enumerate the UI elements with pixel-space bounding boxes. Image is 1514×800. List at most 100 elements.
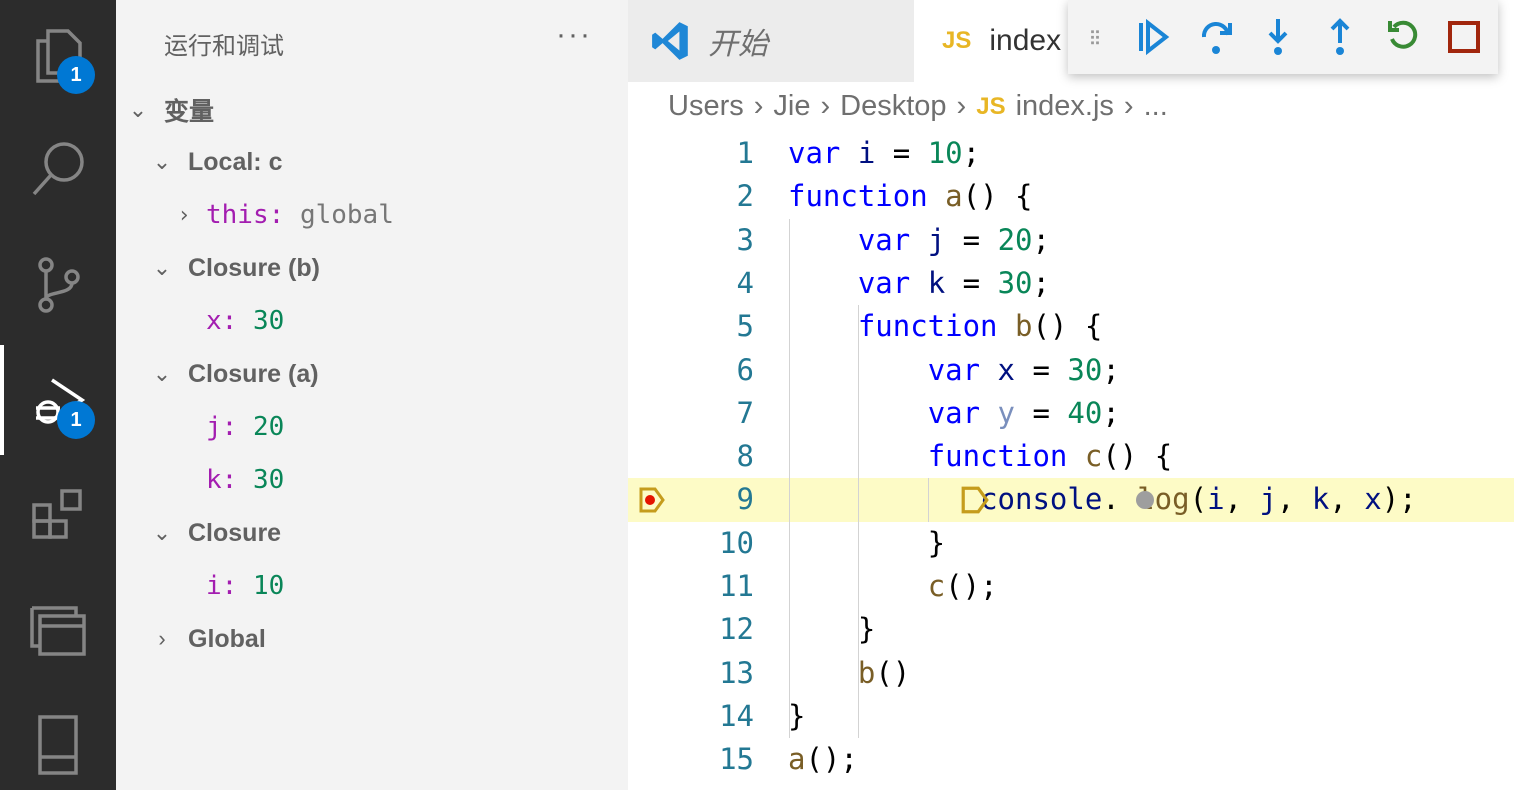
chevron-right-icon: › <box>177 202 191 228</box>
scope-1[interactable]: ⌄ Closure (b) <box>150 242 320 294</box>
drag-handle-icon[interactable] <box>1090 17 1110 57</box>
code-token: console <box>980 482 1103 517</box>
line-number: 1 <box>736 136 754 170</box>
remote-explorer-icon[interactable] <box>0 575 116 685</box>
scope-2[interactable]: ⌄ Closure (a) <box>150 348 319 400</box>
code-token: ; <box>962 136 981 170</box>
code-token: var <box>857 222 911 257</box>
code-token: i <box>857 136 876 170</box>
tab-welcome[interactable]: 开始 <box>628 0 914 82</box>
chevron-down-icon: ⌄ <box>152 520 172 545</box>
restart-icon[interactable] <box>1384 17 1420 57</box>
code-token: } <box>788 525 946 560</box>
continue-icon[interactable] <box>1136 17 1172 57</box>
code-line: 4 var k = 30; <box>628 262 1514 305</box>
line-number: 4 <box>736 265 754 300</box>
code-token: 20 <box>997 222 1033 257</box>
variable-item[interactable]: › this: global <box>172 189 393 241</box>
stop-icon[interactable] <box>1446 17 1482 57</box>
variable-item[interactable]: i: 10 <box>206 560 284 612</box>
chevron-right-icon: › <box>956 90 967 122</box>
line-number: 11 <box>719 569 754 603</box>
panel-icon[interactable] <box>0 690 116 800</box>
code-token: 30 <box>997 265 1033 300</box>
line-number: 2 <box>736 179 754 214</box>
sidebar: 运行和调试 ··· ⌄ 变量 ⌄ Local: c › this: global ⌄ Clo… <box>116 0 628 790</box>
code-token: k <box>927 265 946 300</box>
breadcrumb-desktop[interactable]: Desktop <box>840 90 946 123</box>
line-number: 15 <box>719 742 754 777</box>
breadcrumb-file[interactable]: index.js <box>1016 90 1114 123</box>
code-token: a <box>788 742 806 777</box>
run-debug-icon[interactable] <box>0 345 116 455</box>
code-token: c <box>1084 439 1103 474</box>
step-over-icon[interactable] <box>1198 17 1234 57</box>
line-number: 12 <box>719 612 754 647</box>
code-token: j <box>1259 482 1277 517</box>
code-token: var <box>927 395 981 430</box>
chevron-right-icon: › <box>820 90 831 122</box>
code-token: function <box>927 439 1068 474</box>
variable-item[interactable]: k: 30 <box>206 454 284 506</box>
breakpoint-stopped-icon[interactable] <box>638 486 666 514</box>
line-number: 5 <box>736 309 754 344</box>
step-out-icon[interactable] <box>1322 17 1358 57</box>
code-token: x <box>997 352 1016 387</box>
step-into-icon[interactable] <box>1260 17 1296 57</box>
code-token: } <box>788 698 806 733</box>
search-icon[interactable] <box>0 115 116 225</box>
code-line: 13 b() <box>628 652 1514 695</box>
code-token: () { <box>962 179 1033 214</box>
scope-4[interactable]: › Global <box>150 613 265 665</box>
code-token: b <box>1015 309 1033 344</box>
more-actions-button[interactable]: ··· <box>556 18 592 52</box>
code-token: = <box>1015 352 1068 387</box>
code-token: var <box>927 352 981 387</box>
code-token: ( <box>1189 482 1208 517</box>
code-token: , <box>1276 482 1312 517</box>
extensions-icon[interactable] <box>0 460 116 570</box>
js-file-icon: JS <box>942 27 972 54</box>
chevron-down-icon: ⌄ <box>128 97 148 122</box>
code-token: () <box>875 655 911 690</box>
line-number: 9 <box>736 482 754 517</box>
code-token: = <box>945 222 998 257</box>
line-number: 3 <box>736 222 754 257</box>
chevron-right-icon: › <box>158 626 166 651</box>
scope-0[interactable]: ⌄ Local: c <box>150 136 283 188</box>
chevron-down-icon: ⌄ <box>152 149 172 174</box>
variable-item[interactable]: x: 30 <box>206 295 284 347</box>
source-control-icon[interactable] <box>0 230 116 340</box>
variable-item[interactable]: j: 20 <box>206 401 284 453</box>
code-line: 7 var y = 40; <box>628 392 1514 435</box>
code-line: 10 } <box>628 522 1514 565</box>
breadcrumb-users[interactable]: Users <box>668 90 744 123</box>
variables-section-header[interactable]: ⌄ 变量 <box>126 84 214 136</box>
scope-3[interactable]: ⌄ Closure <box>150 507 281 559</box>
breadcrumb-jie[interactable]: Jie <box>773 90 810 123</box>
indent-guide <box>928 478 929 522</box>
code-line: 8 function c() { <box>628 435 1514 478</box>
code-line: 12 } <box>628 608 1514 651</box>
explorer-icon[interactable] <box>0 0 116 110</box>
code-line: 9 console. log(i, j, k, x); <box>628 478 1514 522</box>
current-statement-icon <box>961 486 989 514</box>
code-token: c <box>927 569 946 603</box>
code-line: 14} <box>628 695 1514 738</box>
line-number: 14 <box>719 698 754 733</box>
code-token: ; <box>1102 352 1120 387</box>
explorer-badge: 1 <box>57 56 95 94</box>
code-token: (); <box>945 569 998 603</box>
breadcrumb-symbol[interactable]: ... <box>1144 90 1168 123</box>
js-file-icon: JS <box>976 92 1006 120</box>
code-token: } <box>788 612 876 647</box>
code-token: a <box>945 179 963 214</box>
